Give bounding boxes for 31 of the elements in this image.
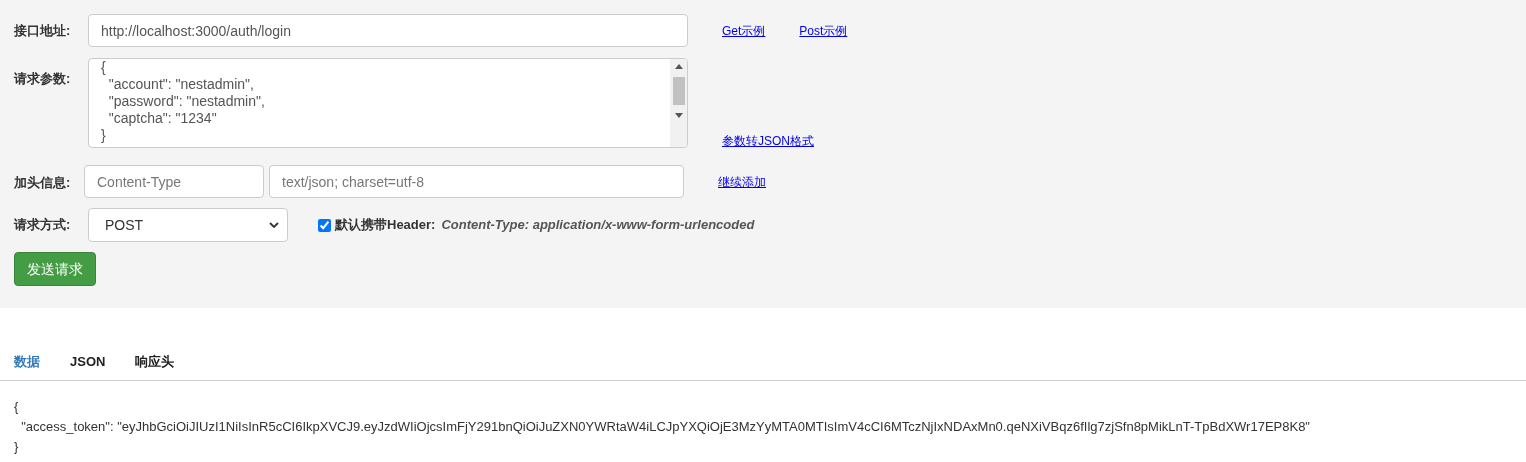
link[interactable]: Get示例 [722,21,766,40]
scroll-down-icon[interactable] [674,113,683,118]
checkbox[interactable] [318,218,331,232]
code-line: "captcha": "1234" [107,110,217,127]
tab[interactable]: 响应头 [135,352,175,372]
field-label: 请求参数: [14,71,71,86]
field-label: 接口地址: [14,21,72,40]
params-textarea[interactable]: { "account": "nestadmin", "password": "nestadmin", "captcha": "1234" } [88,58,688,148]
code-line: "account": "nestadmin", [107,76,254,93]
scrollbar-thumb[interactable] [672,77,685,105]
response-line: } [14,437,19,456]
field-label: 加头信息: [14,174,71,190]
header-value-input[interactable]: text/json; charset=utf-8 [269,165,684,198]
code-line: { [101,59,106,76]
response-line: { [14,397,19,416]
url-input[interactable]: http://localhost:3000/auth/login [88,14,688,47]
tab[interactable]: JSON [70,352,106,372]
method-select[interactable]: POST [88,208,288,242]
code-line: "password": "nestadmin", [107,93,265,110]
header-key-input[interactable]: Content-Type [84,165,264,198]
response-line: "access_token": "eyJhbGciOiJIUzI1NiIsInR5cCI6IkpXVCJ9.eyJzdWIiOjcsImFjY291bnQiOiJuZXN0YWRtaW4iLCJpYXQiOjE3MzYyMTA0MTIsImV4cCI6MTczNjIxNDAxMn0.qeNXiVBqz6fIlg7zjSfn8pMikLnT-TpBdXWr17EP8K8" [20,417,1310,436]
link[interactable]: Post示例 [799,21,848,40]
tab[interactable]: 数据 [14,352,40,372]
header-value-text: Content-Type: application/x-www-form-urlencoded [441,216,755,235]
link[interactable]: 继续添加 [718,172,766,191]
checkbox-label: 默认携带Header: [335,216,436,235]
scroll-up-icon[interactable] [674,64,683,69]
code-line: } [101,127,106,144]
chevron-down-icon [269,222,279,228]
field-label: 请求方式: [14,216,72,235]
link[interactable]: 参数转JSON格式 [722,132,814,150]
